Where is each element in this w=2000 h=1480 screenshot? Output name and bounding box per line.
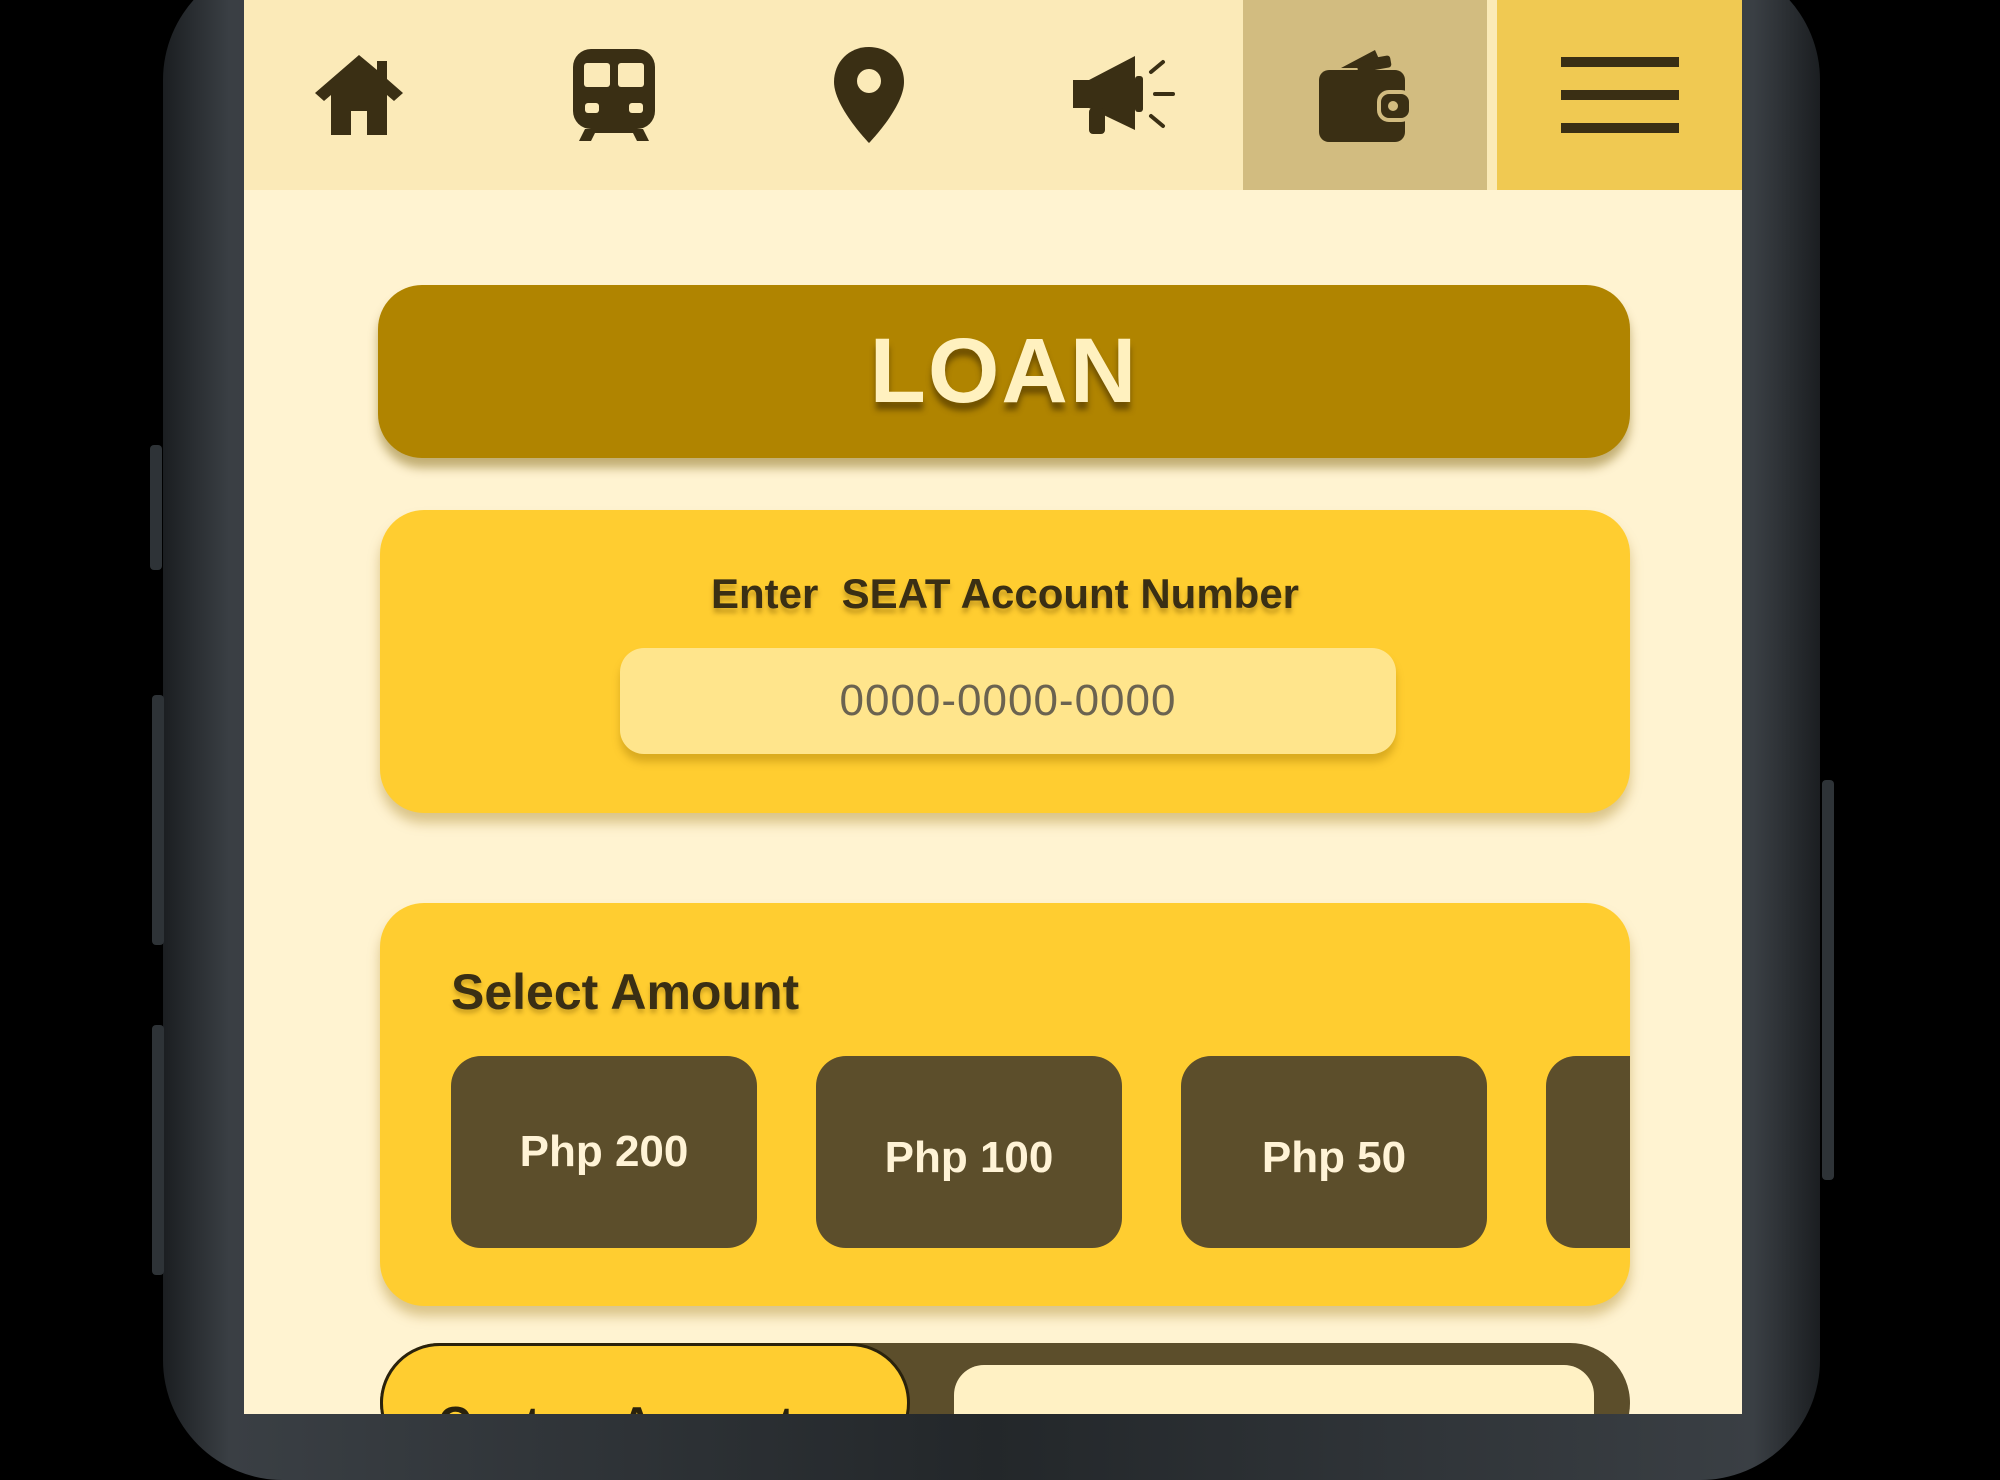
train-icon: [573, 49, 655, 141]
page-title: LOAN: [869, 320, 1139, 422]
account-number-label: Enter SEAT Account Number: [710, 570, 1300, 617]
amount-option-label: Php 50: [1261, 1133, 1407, 1182]
amount-option-php-50[interactable]: Php 50: [1181, 1056, 1487, 1248]
nav-item-announcements[interactable]: [1009, 0, 1239, 190]
hamburger-menu-icon: [1560, 57, 1679, 133]
custom-amount-input[interactable]: [954, 1365, 1594, 1414]
megaphone-icon: [1073, 56, 1175, 134]
nav-item-train[interactable]: [499, 0, 729, 190]
custom-amount-row: Custom Amount: [380, 1343, 1630, 1414]
custom-amount-label: Custom Amount: [438, 1396, 794, 1414]
amount-option-php-200[interactable]: Php 200: [451, 1056, 757, 1248]
custom-amount-toggle[interactable]: Custom Amount: [380, 1343, 910, 1414]
amount-option-php-100[interactable]: Php 100: [816, 1056, 1122, 1248]
home-icon: [315, 55, 403, 135]
phone-side-button: [1822, 780, 1834, 1180]
select-amount-label: Select Amount: [451, 964, 800, 1020]
amount-option-label: Php 100: [884, 1133, 1054, 1182]
amount-option-label: Php 200: [519, 1127, 689, 1176]
nav-item-menu[interactable]: [1497, 0, 1742, 190]
nav-item-location[interactable]: [754, 0, 984, 190]
phone-side-button: [152, 695, 164, 945]
phone-side-button: [152, 1025, 164, 1275]
top-navigation-bar: [244, 0, 1742, 190]
account-number-input[interactable]: [620, 648, 1396, 754]
loan-title-banner: LOAN: [378, 285, 1630, 458]
phone-side-button: [150, 445, 162, 570]
app-screen: LOAN Enter SEAT Account Number Select Am…: [244, 0, 1742, 1414]
account-number-card: Enter SEAT Account Number: [380, 510, 1630, 813]
nav-item-wallet[interactable]: [1243, 0, 1487, 190]
amount-option-partial[interactable]: [1546, 1056, 1630, 1248]
wallet-icon: [1319, 50, 1413, 142]
select-amount-card: Select Amount Php 200 Php 100 Php 50: [380, 903, 1630, 1306]
nav-item-home[interactable]: [244, 0, 474, 190]
map-pin-icon: [834, 47, 904, 143]
